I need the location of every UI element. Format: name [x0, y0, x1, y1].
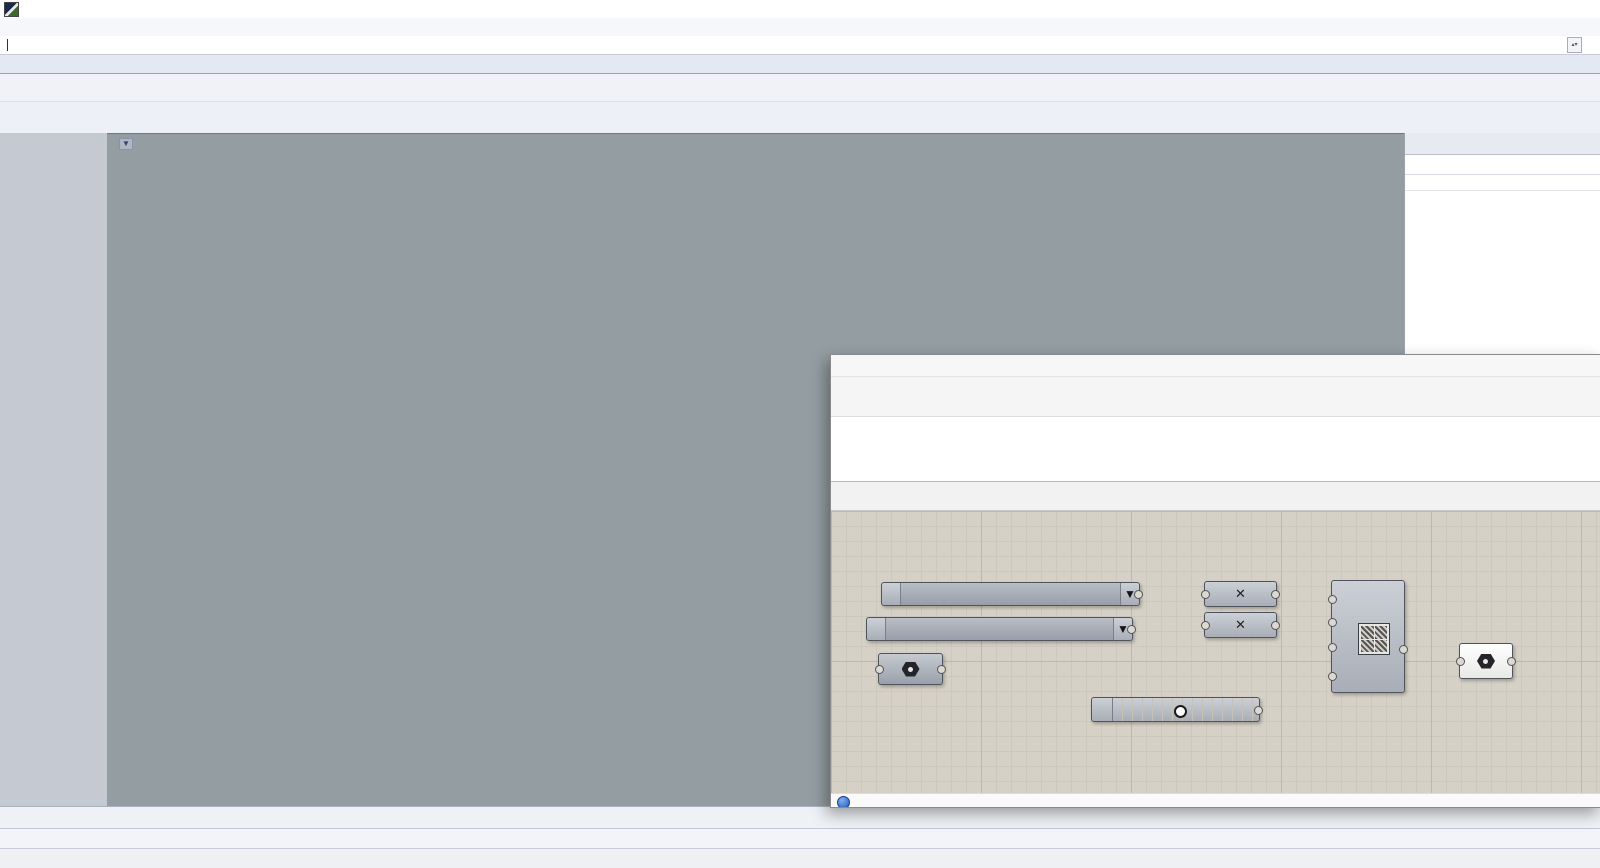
- number-slider[interactable]: [1091, 697, 1263, 722]
- status-bar: [0, 848, 1600, 868]
- command-caret: [7, 39, 8, 51]
- geometry-component[interactable]: [875, 653, 946, 685]
- value-list-label: [882, 583, 901, 605]
- minimize-button[interactable]: [1486, 0, 1524, 18]
- grasshopper-menu-bar: [831, 377, 1600, 396]
- slider-knob[interactable]: [1174, 704, 1188, 718]
- grasshopper-ribbon: [831, 416, 1600, 482]
- lattice-icon: [1358, 623, 1390, 655]
- slider-label: [1092, 698, 1113, 721]
- input-nub[interactable]: [1201, 621, 1210, 630]
- axis-gnomon: [135, 729, 187, 777]
- osnap-bar: [0, 828, 1600, 849]
- input-nub[interactable]: [875, 665, 884, 674]
- value-list-selected-value[interactable]: [901, 583, 1121, 605]
- output-nub[interactable]: [1271, 621, 1280, 630]
- lattice-component[interactable]: [1328, 580, 1408, 693]
- tween-icon: ✕: [1235, 617, 1246, 632]
- output-nub[interactable]: [1127, 625, 1136, 634]
- toolbar-tab-strip: [0, 55, 1600, 74]
- value-list-label: [867, 618, 886, 640]
- close-button[interactable]: [1562, 0, 1600, 18]
- autosave-icon: [837, 796, 850, 807]
- unit-cell-component-2[interactable]: ✕: [1201, 612, 1280, 638]
- layers-panel: [1404, 133, 1600, 356]
- grasshopper-tab-strip: [831, 396, 1600, 416]
- viewport-title[interactable]: ▼: [115, 138, 133, 150]
- value-list-bc2[interactable]: ▼: [866, 617, 1136, 641]
- viewport-menu-arrow-icon[interactable]: ▼: [119, 138, 133, 150]
- output-nub[interactable]: [1271, 590, 1280, 599]
- bake-component[interactable]: [1456, 643, 1516, 679]
- grasshopper-canvas[interactable]: ▼ ▼ ✕ ✕: [831, 511, 1600, 793]
- geometry-icon: [901, 661, 920, 677]
- rhino-window: ▴▾ ▼ ▼ ▼ ✕ ✕: [0, 0, 1600, 868]
- canvas-toolbar: [831, 482, 1600, 511]
- output-nub[interactable]: [1134, 590, 1143, 599]
- output-nub[interactable]: [937, 665, 946, 674]
- secondary-toolbar: [0, 102, 1600, 134]
- viewport-tab-strip: [0, 806, 1600, 829]
- tween-icon: ✕: [1235, 586, 1246, 601]
- left-toolbar: [0, 133, 107, 816]
- input-nub[interactable]: [1201, 590, 1210, 599]
- title-bar: [0, 0, 1600, 19]
- value-list-bc1[interactable]: ▼: [881, 582, 1143, 606]
- grasshopper-status-bar: [831, 793, 1600, 807]
- output-nub[interactable]: [1254, 705, 1263, 715]
- output-nub[interactable]: [1399, 645, 1408, 654]
- command-line[interactable]: ▴▾: [0, 36, 1600, 55]
- value-list-selected-value[interactable]: [886, 618, 1114, 640]
- input-nub[interactable]: [1328, 595, 1337, 604]
- rhino-app-icon: [4, 1, 19, 17]
- grasshopper-window: ▼ ▼ ✕ ✕: [830, 354, 1600, 808]
- input-nub[interactable]: [1328, 618, 1337, 627]
- window-controls: [1486, 0, 1600, 18]
- main-toolbar: [0, 74, 1600, 102]
- input-nub[interactable]: [1456, 657, 1465, 666]
- unit-cell-component-1[interactable]: ✕: [1201, 581, 1280, 607]
- restore-button[interactable]: [1524, 0, 1562, 18]
- grasshopper-title-bar[interactable]: [831, 355, 1600, 377]
- input-nub[interactable]: [1328, 643, 1337, 652]
- nut-icon: [1477, 653, 1495, 669]
- command-history-spinner[interactable]: ▴▾: [1567, 37, 1582, 53]
- layers-header: [1405, 175, 1600, 191]
- output-nub[interactable]: [1507, 657, 1516, 666]
- layers-toolbar: [1405, 155, 1600, 175]
- input-nub[interactable]: [1328, 672, 1337, 681]
- panel-tab-strip: [1405, 133, 1600, 155]
- menu-bar: [0, 18, 1600, 37]
- slider-track[interactable]: [1113, 698, 1259, 721]
